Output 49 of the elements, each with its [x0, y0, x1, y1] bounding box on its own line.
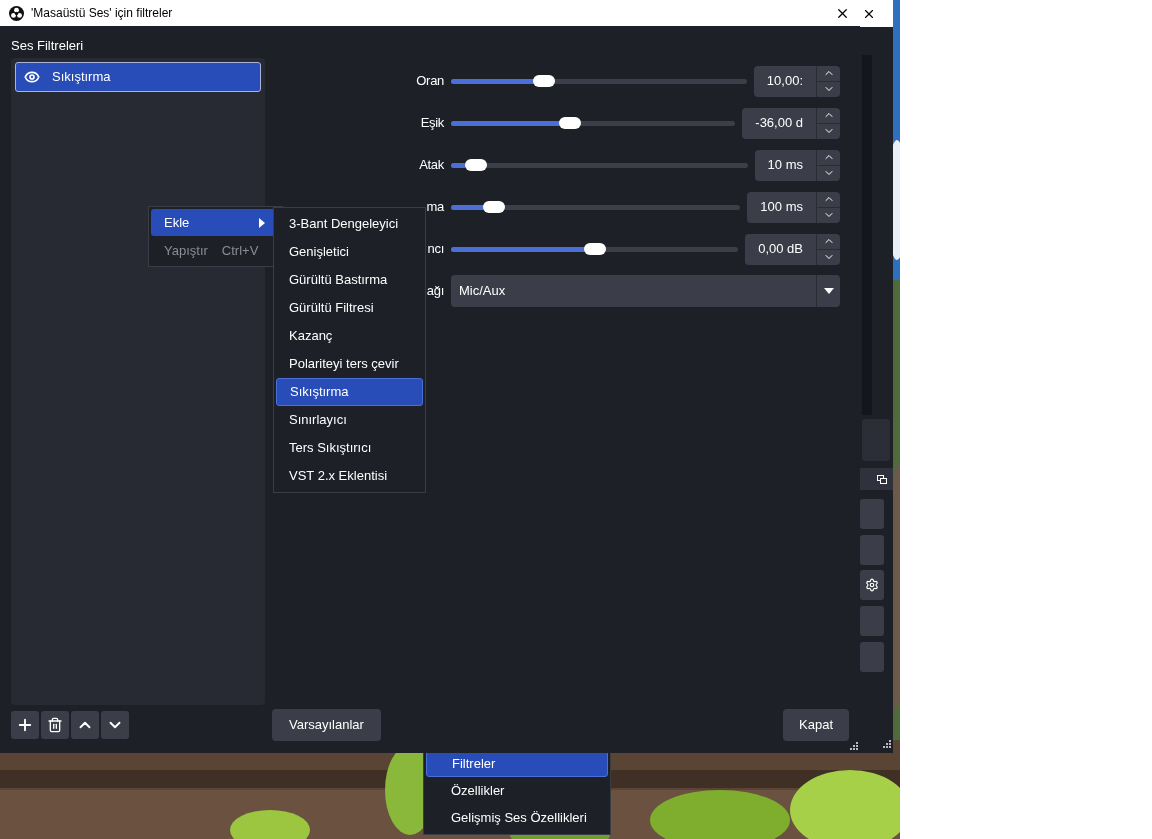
property-label: Eşik: [420, 114, 444, 133]
slider-thumb[interactable]: [464, 159, 487, 171]
popout-icon[interactable]: [877, 474, 887, 484]
section-label: Ses Filtreleri: [11, 38, 85, 54]
dropdown[interactable]: Mic/Aux: [451, 275, 840, 307]
slider[interactable]: [451, 75, 747, 87]
add-button[interactable]: [11, 711, 39, 739]
caret-down-icon: [823, 288, 834, 294]
defaults-button[interactable]: Varsayılanlar: [272, 709, 381, 741]
eye-icon[interactable]: [24, 69, 40, 85]
property-label: Oran: [416, 72, 444, 91]
window-title: 'Masaüstü Ses' için filtreler: [31, 5, 173, 22]
property-label: ma: [426, 198, 444, 217]
menu-item[interactable]: Sıkıştırma: [276, 378, 423, 406]
slider-thumb[interactable]: [483, 201, 506, 213]
menu-item[interactable]: Gelişmiş Ses Özellikleri: [426, 804, 608, 831]
menu-item[interactable]: Gürültü Bastırma: [276, 266, 423, 294]
close-button[interactable]: Kapat: [783, 709, 849, 741]
menu-item[interactable]: Ters Sıkıştırıcı: [276, 434, 423, 462]
submenu-arrow-icon: [259, 217, 266, 228]
slider[interactable]: [451, 159, 748, 171]
trash-icon: [47, 717, 63, 733]
filter-item[interactable]: Sıkıştırma: [15, 62, 261, 92]
menu-item[interactable]: Sınırlayıcı: [276, 406, 423, 434]
slider[interactable]: [451, 201, 741, 213]
move-up-button[interactable]: [71, 711, 99, 739]
menu-item[interactable]: Gürültü Filtresi: [276, 294, 423, 322]
menu-item[interactable]: Özellikler: [426, 777, 608, 804]
shortcut-label: Ctrl+V: [221, 241, 259, 260]
app-logo-icon: [9, 5, 24, 21]
settings-icon: [865, 578, 879, 592]
slider-thumb[interactable]: [533, 75, 556, 87]
move-down-button[interactable]: [101, 711, 129, 739]
delete-button[interactable]: [41, 711, 69, 739]
slider[interactable]: [451, 243, 739, 255]
property-label: ncı: [427, 240, 444, 259]
slider-thumb[interactable]: [558, 117, 581, 129]
resize-grip-icon: [850, 742, 858, 750]
menu-item[interactable]: Polariteyi ters çevir: [276, 350, 423, 378]
slider-thumb[interactable]: [583, 243, 606, 255]
property-label: Atak: [419, 156, 444, 175]
settings-button[interactable]: [860, 570, 884, 600]
resize-grip-icon: [883, 740, 891, 748]
plus-icon: [16, 716, 34, 734]
menu-item[interactable]: Genişletici: [276, 238, 423, 266]
menu-item[interactable]: VST 2.x Eklentisi: [276, 462, 423, 490]
slider[interactable]: [451, 117, 736, 129]
property-label: ağı: [426, 282, 444, 301]
menu-item[interactable]: Kazanç: [276, 322, 423, 350]
